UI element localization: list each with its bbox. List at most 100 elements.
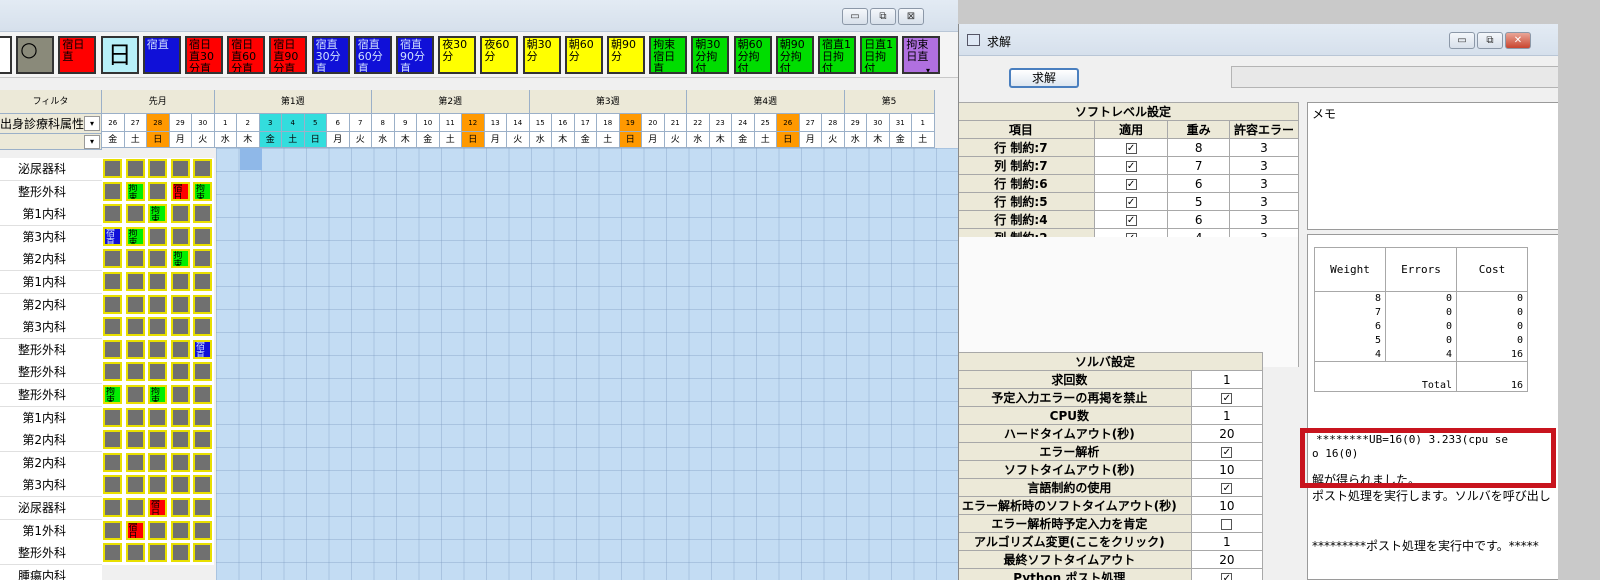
- shift-slot[interactable]: 拘束: [148, 204, 167, 224]
- day-number[interactable]: 16: [552, 114, 575, 132]
- department-name[interactable]: 整形外科: [0, 384, 102, 407]
- apply-checkbox-cell[interactable]: ✓: [1093, 138, 1169, 157]
- shift-button[interactable]: 朝60分拘付: [733, 36, 772, 74]
- day-number[interactable]: 25: [754, 114, 777, 132]
- department-name[interactable]: 整形外科: [0, 338, 102, 362]
- shift-slot[interactable]: [103, 272, 122, 291]
- shift-slot[interactable]: [193, 385, 212, 404]
- day-number[interactable]: 14: [507, 114, 530, 132]
- shift-button[interactable]: 夜60分: [480, 36, 519, 74]
- shift-button[interactable]: ○: [16, 36, 55, 74]
- shift-slot[interactable]: [148, 430, 167, 450]
- day-number[interactable]: 3: [259, 114, 282, 132]
- department-name[interactable]: 第3内科: [0, 474, 102, 498]
- setting-value[interactable]: 20: [1190, 550, 1264, 569]
- shift-slot[interactable]: [193, 543, 212, 563]
- department-name[interactable]: 第1内科: [0, 271, 102, 294]
- day-number[interactable]: 22: [687, 114, 710, 132]
- shift-slot[interactable]: [103, 317, 122, 337]
- chevron-down-icon[interactable]: ▾: [84, 116, 100, 131]
- day-number[interactable]: 2: [237, 114, 260, 132]
- shift-slot[interactable]: [170, 226, 190, 246]
- setting-value[interactable]: ✓: [1190, 442, 1264, 461]
- shift-slot[interactable]: [125, 317, 145, 337]
- checkbox-checked-icon[interactable]: ✓: [1125, 214, 1137, 226]
- maximize-icon[interactable]: ⧉: [870, 8, 896, 25]
- shift-slot[interactable]: [193, 226, 212, 246]
- shift-slot[interactable]: [170, 362, 190, 382]
- shift-slot[interactable]: [170, 317, 190, 337]
- apply-checkbox-cell[interactable]: ✓: [1093, 156, 1169, 175]
- shift-slot[interactable]: [170, 294, 190, 314]
- setting-value[interactable]: 10: [1190, 460, 1264, 479]
- tolerance-value[interactable]: 3: [1228, 192, 1300, 211]
- department-name[interactable]: 第3内科: [0, 316, 102, 340]
- shift-button[interactable]: 朝60分: [564, 36, 603, 74]
- shift-slot[interactable]: [103, 339, 122, 359]
- minimize-icon[interactable]: ▭: [842, 8, 868, 25]
- day-number[interactable]: 27: [124, 114, 147, 132]
- shift-slot[interactable]: 拘束: [193, 181, 212, 201]
- shift-button[interactable]: 宿直30分直: [311, 36, 350, 74]
- shift-button[interactable]: 朝90分: [607, 36, 645, 74]
- shift-slot[interactable]: [103, 204, 122, 224]
- day-number[interactable]: 31: [889, 114, 912, 132]
- weight-value[interactable]: 6: [1167, 174, 1230, 193]
- day-number[interactable]: 8: [372, 114, 395, 132]
- day-number[interactable]: 13: [484, 114, 507, 132]
- shift-slot[interactable]: [193, 317, 212, 337]
- checkbox-checked-icon[interactable]: ✓: [1125, 178, 1137, 190]
- day-number[interactable]: 21: [664, 114, 687, 132]
- shift-slot[interactable]: [170, 430, 190, 450]
- day-number[interactable]: 29: [844, 114, 867, 132]
- day-number[interactable]: 29: [169, 114, 192, 132]
- shift-button[interactable]: 朝30分: [522, 36, 561, 74]
- shift-slot[interactable]: [125, 407, 145, 427]
- shift-slot[interactable]: [103, 475, 122, 495]
- day-number[interactable]: 12: [462, 114, 485, 132]
- shift-slot[interactable]: 宿日: [148, 498, 167, 517]
- department-name[interactable]: 第1外科: [0, 519, 102, 543]
- shift-button[interactable]: [0, 36, 12, 74]
- department-name[interactable]: 整形外科: [0, 180, 102, 204]
- shift-button[interactable]: 宿日直30分直: [185, 36, 223, 74]
- department-name[interactable]: 整形外科: [0, 542, 102, 566]
- apply-checkbox-cell[interactable]: ✓: [1093, 210, 1169, 229]
- shift-button[interactable]: 宿日直90分直: [269, 36, 308, 74]
- shift-button[interactable]: 宿直1日拘付: [818, 36, 856, 74]
- shift-slot[interactable]: [170, 272, 190, 291]
- shift-slot[interactable]: 宿日: [125, 520, 145, 540]
- day-number[interactable]: 26: [102, 114, 125, 132]
- weight-value[interactable]: 5: [1167, 192, 1230, 211]
- day-number[interactable]: 27: [799, 114, 822, 132]
- day-number[interactable]: 9: [394, 114, 417, 132]
- department-name[interactable]: 整形外科: [0, 361, 102, 385]
- shift-slot[interactable]: [125, 498, 145, 517]
- shift-slot[interactable]: [103, 159, 122, 178]
- shift-slot[interactable]: [125, 362, 145, 382]
- shift-slot[interactable]: [193, 159, 212, 178]
- weight-value[interactable]: 8: [1167, 138, 1230, 157]
- shift-slot[interactable]: [125, 385, 145, 404]
- schedule-empty-area[interactable]: [216, 148, 958, 580]
- department-name[interactable]: 腫瘍内科: [0, 564, 102, 580]
- apply-checkbox-cell[interactable]: ✓: [1093, 192, 1169, 211]
- day-number[interactable]: 6: [327, 114, 350, 132]
- shift-slot[interactable]: 拘束: [103, 385, 122, 404]
- shift-slot[interactable]: [148, 317, 167, 337]
- shift-slot[interactable]: 宿日: [170, 181, 190, 201]
- shift-slot[interactable]: [148, 339, 167, 359]
- tolerance-value[interactable]: 3: [1228, 156, 1300, 175]
- shift-slot[interactable]: [103, 520, 122, 540]
- shift-slot[interactable]: [148, 159, 167, 178]
- shift-slot[interactable]: [125, 339, 145, 359]
- checkbox-checked-icon[interactable]: ✓: [1221, 392, 1233, 404]
- day-number[interactable]: 28: [822, 114, 845, 132]
- shift-slot[interactable]: [148, 407, 167, 427]
- shift-slot[interactable]: [170, 159, 190, 178]
- shift-slot[interactable]: [193, 204, 212, 224]
- setting-value[interactable]: ✓: [1190, 568, 1264, 580]
- shift-slot[interactable]: [125, 204, 145, 224]
- shift-slot[interactable]: [193, 249, 212, 269]
- checkbox-empty-icon[interactable]: [1221, 518, 1233, 530]
